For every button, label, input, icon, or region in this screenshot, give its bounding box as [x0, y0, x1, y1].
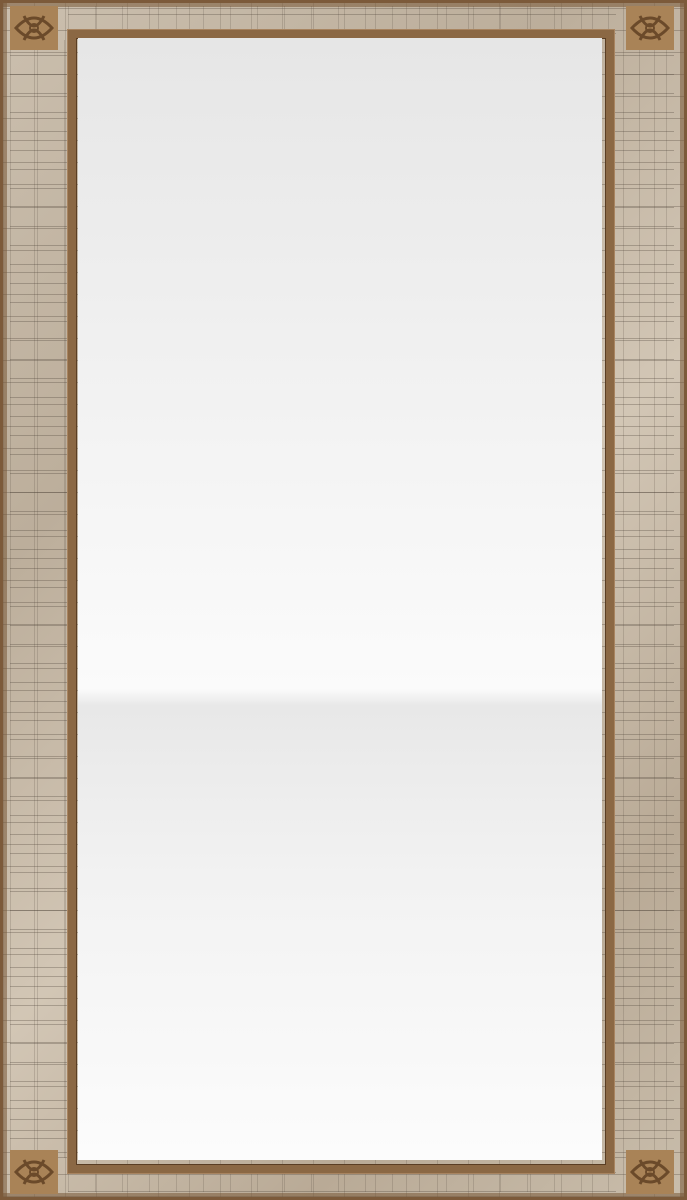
celtic-knot-icon	[10, 6, 58, 50]
stone-strip-right	[612, 40, 674, 1158]
celtic-knot-icon	[10, 1150, 58, 1194]
mirror-panel	[78, 38, 602, 1160]
stone-strip-left	[10, 40, 68, 1158]
celtic-knot-icon	[626, 1150, 674, 1194]
celtic-knot-icon	[626, 6, 674, 50]
